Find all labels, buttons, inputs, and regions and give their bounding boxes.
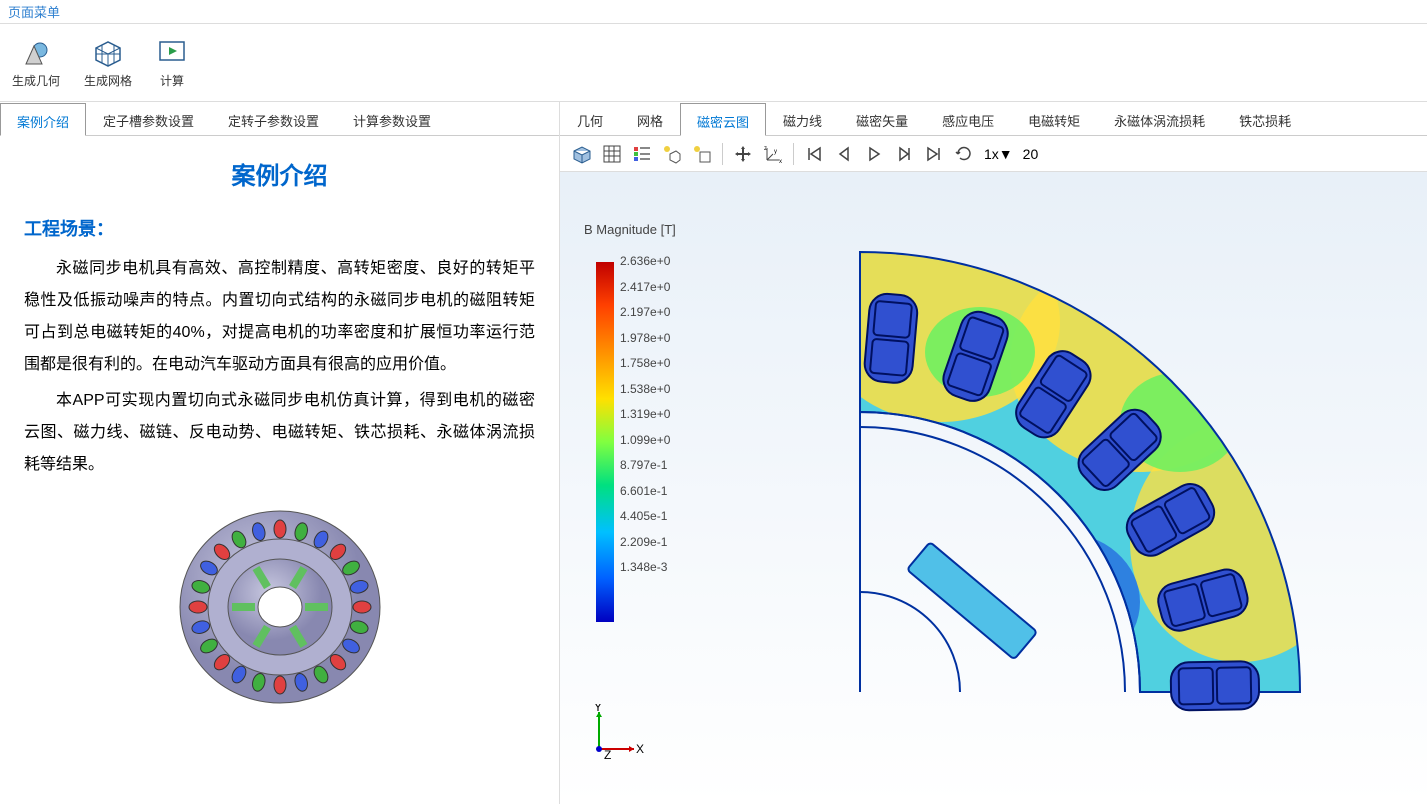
legend-toggle-icon[interactable]: [628, 140, 656, 168]
gen-mesh-button[interactable]: 生成网格: [84, 36, 132, 89]
axis-triad: X Y Z: [584, 704, 644, 764]
color-legend: B Magnitude [T]: [584, 222, 676, 249]
tab-core-loss[interactable]: 铁芯损耗: [1222, 102, 1308, 135]
axes-icon[interactable]: z xy: [759, 140, 787, 168]
tab-rotor-stator[interactable]: 定转子参数设置: [211, 102, 336, 135]
viewer-3d[interactable]: B Magnitude [T] 2.636e+02.417e+02.197e+0…: [560, 172, 1427, 804]
left-tabs: 案例介绍 定子槽参数设置 定转子参数设置 计算参数设置: [0, 102, 559, 136]
right-tabs: 几何 网格 磁密云图 磁力线 磁密矢量 感应电压 电磁转矩 永磁体涡流损耗 铁芯…: [560, 102, 1427, 136]
tab-calc-params[interactable]: 计算参数设置: [336, 102, 448, 135]
tab-voltage[interactable]: 感应电压: [925, 102, 1011, 135]
tab-pm-eddy-loss[interactable]: 永磁体涡流损耗: [1097, 102, 1222, 135]
last-frame-icon[interactable]: [920, 140, 948, 168]
pan-icon[interactable]: [729, 140, 757, 168]
flux-density-plot: [760, 202, 1380, 762]
svg-text:y: y: [774, 149, 777, 155]
svg-text:Z: Z: [604, 748, 611, 762]
cone-sphere-icon: [20, 36, 52, 68]
svg-text:z: z: [764, 146, 767, 152]
tab-flux-vector[interactable]: 磁密矢量: [839, 102, 925, 135]
tab-torque[interactable]: 电磁转矩: [1011, 102, 1097, 135]
grid-icon[interactable]: [598, 140, 626, 168]
tab-geometry[interactable]: 几何: [560, 102, 620, 135]
tab-flux-density[interactable]: 磁密云图: [680, 103, 766, 136]
viewer-toolbar: z xy 1x▼ 20: [560, 136, 1427, 172]
page-menu[interactable]: 页面菜单: [8, 5, 60, 20]
play-screen-icon: [156, 36, 188, 68]
legend-colorbar: [596, 262, 614, 622]
ribbon: 生成几何 生成网格 计算: [0, 24, 1427, 102]
frame-number: 20: [1019, 146, 1043, 162]
tab-mesh[interactable]: 网格: [620, 102, 680, 135]
light-icon[interactable]: [688, 140, 716, 168]
intro-title: 案例介绍: [24, 156, 535, 191]
tab-stator-slot[interactable]: 定子槽参数设置: [86, 102, 211, 135]
next-frame-icon[interactable]: [890, 140, 918, 168]
intro-p1: 永磁同步电机具有高效、高控制精度、高转矩密度、良好的转矩平稳性及低振动噪声的特点…: [24, 253, 535, 381]
loop-icon[interactable]: [950, 140, 978, 168]
intro-p2: 本APP可实现内置切向式永磁同步电机仿真计算，得到电机的磁密云图、磁力线、磁链、…: [24, 385, 535, 481]
svg-text:Y: Y: [594, 704, 602, 714]
gen-geometry-button[interactable]: 生成几何: [12, 36, 60, 89]
play-icon[interactable]: [860, 140, 888, 168]
tab-flux-lines[interactable]: 磁力线: [766, 102, 839, 135]
svg-text:X: X: [636, 742, 644, 756]
view-cube-icon[interactable]: [568, 140, 596, 168]
svg-text:x: x: [779, 159, 782, 164]
first-frame-icon[interactable]: [800, 140, 828, 168]
prev-frame-icon[interactable]: [830, 140, 858, 168]
motor-full-image: [24, 497, 535, 720]
playback-speed[interactable]: 1x▼: [980, 146, 1017, 162]
compute-button[interactable]: 计算: [156, 36, 188, 89]
mesh-cube-icon: [92, 36, 124, 68]
light-cube-icon[interactable]: [658, 140, 686, 168]
tab-intro[interactable]: 案例介绍: [0, 103, 86, 136]
intro-section: 工程场景：: [24, 215, 535, 241]
legend-labels: 2.636e+02.417e+02.197e+01.978e+01.758e+0…: [620, 254, 670, 586]
